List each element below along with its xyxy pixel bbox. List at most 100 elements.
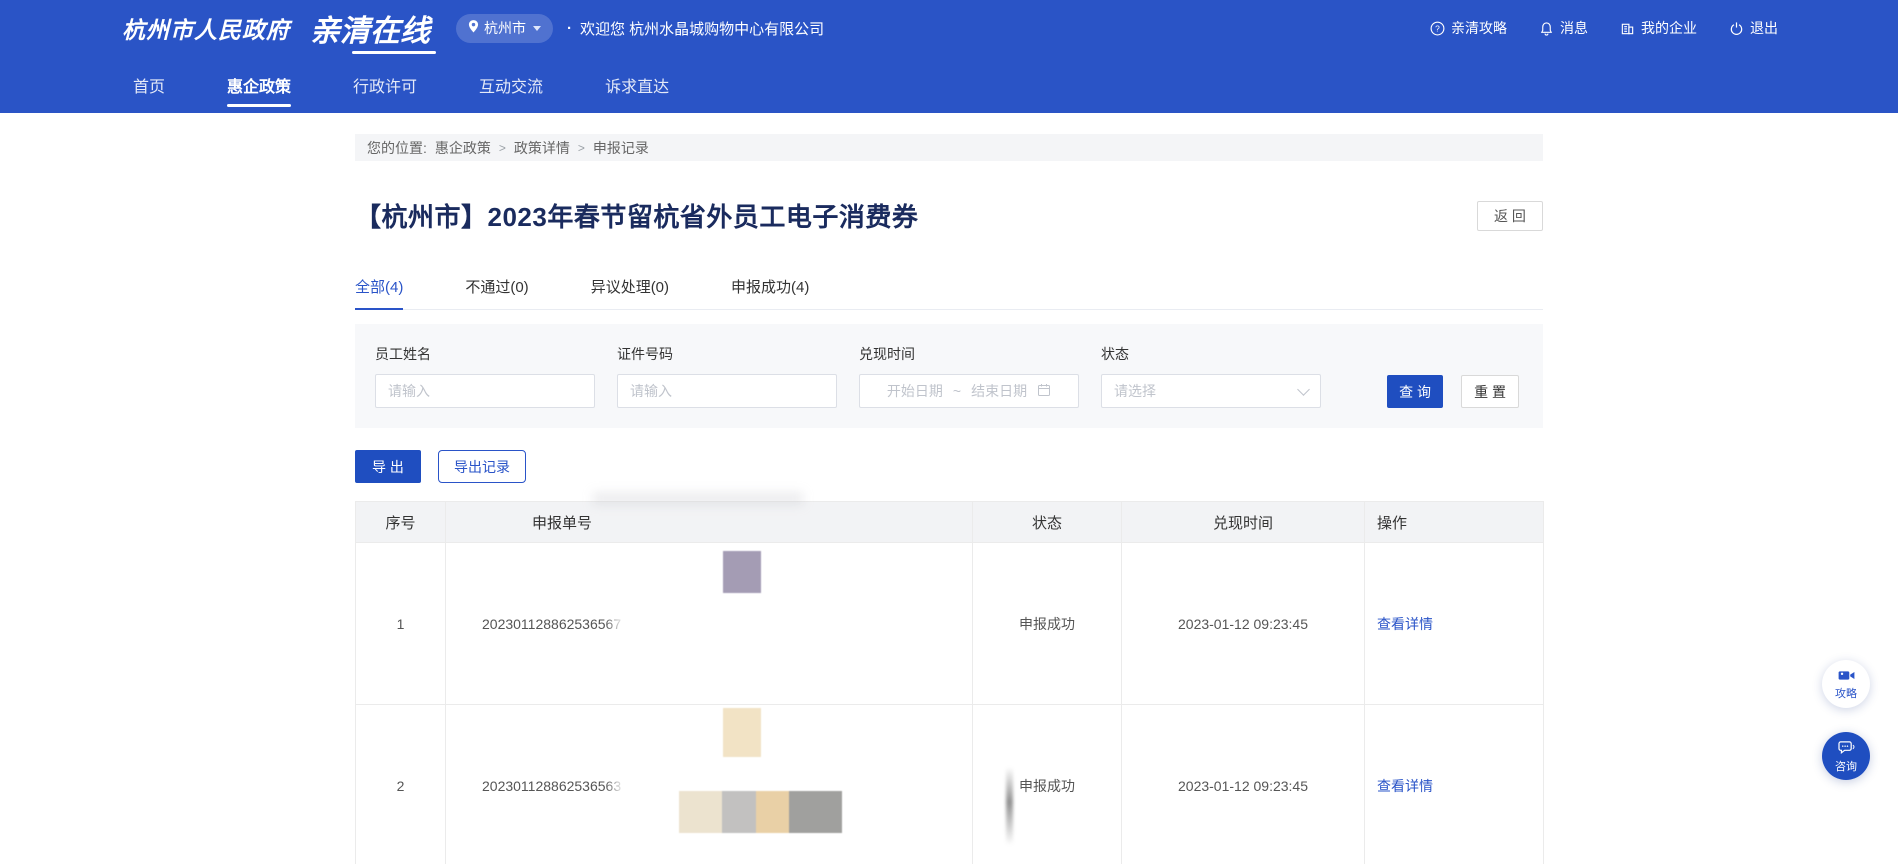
row-index: 1	[356, 543, 446, 705]
date-range-picker[interactable]: 开始日期 ~ 结束日期	[859, 374, 1079, 408]
tab-all[interactable]: 全部(4)	[355, 276, 403, 309]
chevron-down-icon	[1297, 383, 1310, 396]
tab-objection[interactable]: 异议处理(0)	[591, 276, 669, 309]
redeem-time-label: 兑现时间	[859, 344, 1079, 364]
title-row: 【杭州市】2023年春节留杭省外员工电子消费券 返 回	[355, 197, 1543, 234]
col-header-status: 状态	[973, 502, 1122, 543]
messages-link[interactable]: 消息	[1539, 18, 1588, 38]
order-no-text: 202301128862536567	[482, 616, 621, 632]
export-button[interactable]: 导 出	[355, 450, 421, 483]
action-cell: 查看详情	[1365, 543, 1544, 705]
col-header-action: 操作	[1365, 502, 1544, 543]
redaction-blob	[723, 551, 761, 593]
field-redeem-time: 兑现时间 开始日期 ~ 结束日期	[859, 344, 1079, 408]
status-select[interactable]: 请选择	[1101, 374, 1321, 408]
action-cell: 查看详情	[1365, 705, 1544, 864]
location-label: 杭州市	[484, 18, 526, 38]
export-row: 导 出 导出记录	[355, 450, 1543, 483]
main-nav: 首页 惠企政策 行政许可 互动交流 诉求直达	[0, 56, 1898, 113]
status-select-placeholder: 请选择	[1114, 381, 1156, 401]
guide-float-label: 攻略	[1835, 688, 1857, 700]
tab-success[interactable]: 申报成功(4)	[731, 276, 809, 309]
id-number-label: 证件号码	[617, 344, 837, 364]
dot-separator: ·	[567, 20, 572, 37]
bell-icon	[1539, 21, 1554, 36]
svg-text:?: ?	[1435, 23, 1440, 33]
breadcrumb-separator: >	[578, 141, 585, 155]
guide-float-button[interactable]: 攻略	[1822, 660, 1870, 708]
filter-buttons: 查 询 重 置	[1387, 375, 1519, 408]
records-table-wrap: 序号 申报单号 状态 兑现时间 操作 1 202301128862536567 …	[355, 501, 1543, 864]
records-table: 序号 申报单号 状态 兑现时间 操作 1 202301128862536567 …	[355, 501, 1544, 864]
calendar-icon	[1037, 383, 1051, 400]
nav-item-policy[interactable]: 惠企政策	[227, 56, 291, 113]
table-header-row: 序号 申报单号 状态 兑现时间 操作	[356, 502, 1544, 543]
nav-item-licensing[interactable]: 行政许可	[353, 56, 417, 113]
date-range-separator: ~	[953, 383, 961, 399]
chat-bubble-icon	[1838, 740, 1855, 760]
end-date-placeholder: 结束日期	[971, 381, 1027, 401]
guide-link[interactable]: ? 亲清攻略	[1430, 18, 1507, 38]
gov-logo: 杭州市人民政府	[122, 11, 290, 45]
redeem-time-cell: 2023-01-12 09:23:45	[1122, 543, 1365, 705]
my-enterprise-link-label: 我的企业	[1641, 18, 1697, 38]
table-row: 1 202301128862536567 申报成功 2023-01-12 09:…	[356, 543, 1544, 705]
breadcrumb-prefix: 您的位置:	[367, 138, 427, 158]
location-selector[interactable]: 杭州市	[456, 14, 553, 43]
search-button[interactable]: 查 询	[1387, 375, 1443, 408]
help-circle-icon: ?	[1430, 21, 1445, 36]
filter-panel: 员工姓名 证件号码 兑现时间 开始日期 ~ 结束日期 状态 请选择	[355, 324, 1543, 428]
consult-float-button[interactable]: 咨询	[1822, 732, 1870, 780]
breadcrumb-item-policy-detail[interactable]: 政策详情	[514, 138, 570, 158]
site-header: 杭州市人民政府 亲清在线 杭州市 · 欢迎您 杭州水晶城购物中心有限公司 ? 亲…	[0, 0, 1898, 113]
breadcrumb-item-policy[interactable]: 惠企政策	[435, 138, 491, 158]
col-header-index: 序号	[356, 502, 446, 543]
logout-link-label: 退出	[1750, 18, 1778, 38]
welcome-area: · 欢迎您 杭州水晶城购物中心有限公司	[567, 18, 824, 39]
start-date-placeholder: 开始日期	[887, 381, 943, 401]
status-text: 申报成功	[1019, 778, 1075, 794]
breadcrumb-separator: >	[499, 141, 506, 155]
location-pin-icon	[468, 20, 479, 36]
reset-button[interactable]: 重 置	[1461, 375, 1519, 408]
employee-name-input[interactable]	[375, 374, 595, 408]
topbar: 杭州市人民政府 亲清在线 杭州市 · 欢迎您 杭州水晶城购物中心有限公司 ? 亲…	[0, 0, 1898, 56]
tab-rejected[interactable]: 不通过(0)	[465, 276, 528, 309]
field-status: 状态 请选择	[1101, 344, 1321, 408]
id-number-input[interactable]	[617, 374, 837, 408]
chevron-down-icon	[533, 26, 541, 31]
nav-item-interaction[interactable]: 互动交流	[479, 56, 543, 113]
enterprise-icon	[1620, 21, 1635, 36]
redaction-blob-strip	[679, 791, 842, 833]
row-index: 2	[356, 705, 446, 864]
redeem-time-cell: 2023-01-12 09:23:45	[1122, 705, 1365, 864]
order-no-text: 202301128862536563	[482, 778, 621, 794]
brand-logo: 亲清在线	[310, 6, 430, 50]
redaction-streak	[1006, 767, 1013, 845]
employee-name-label: 员工姓名	[375, 344, 595, 364]
logout-link[interactable]: 退出	[1729, 18, 1778, 38]
nav-item-appeals[interactable]: 诉求直达	[605, 56, 669, 113]
consult-float-label: 咨询	[1835, 761, 1857, 773]
view-detail-link[interactable]: 查看详情	[1377, 616, 1433, 632]
status-cell: 申报成功	[973, 705, 1122, 864]
content-container: 您的位置: 惠企政策 > 政策详情 > 申报记录 【杭州市】2023年春节留杭省…	[355, 134, 1543, 864]
floating-buttons: 攻略 咨询	[1822, 660, 1870, 780]
back-button[interactable]: 返 回	[1477, 201, 1543, 231]
topbar-links: ? 亲清攻略 消息 我的企业 退出	[1430, 18, 1778, 38]
welcome-text: 欢迎您 杭州水晶城购物中心有限公司	[580, 18, 824, 39]
guide-link-label: 亲清攻略	[1451, 18, 1507, 38]
field-id-number: 证件号码	[617, 344, 837, 408]
power-icon	[1729, 21, 1744, 36]
page-title: 【杭州市】2023年春节留杭省外员工电子消费券	[355, 197, 918, 234]
redaction-blob	[723, 708, 761, 757]
field-employee-name: 员工姓名	[375, 344, 595, 408]
breadcrumb-item-current: 申报记录	[593, 138, 649, 158]
my-enterprise-link[interactable]: 我的企业	[1620, 18, 1697, 38]
table-row: 2 202301128862536563 申报成功 2023-01-12 09:…	[356, 705, 1544, 864]
export-records-button[interactable]: 导出记录	[438, 450, 526, 483]
view-detail-link[interactable]: 查看详情	[1377, 778, 1433, 794]
status-label: 状态	[1101, 344, 1321, 364]
video-camera-icon	[1838, 669, 1855, 687]
nav-item-home[interactable]: 首页	[133, 56, 165, 113]
